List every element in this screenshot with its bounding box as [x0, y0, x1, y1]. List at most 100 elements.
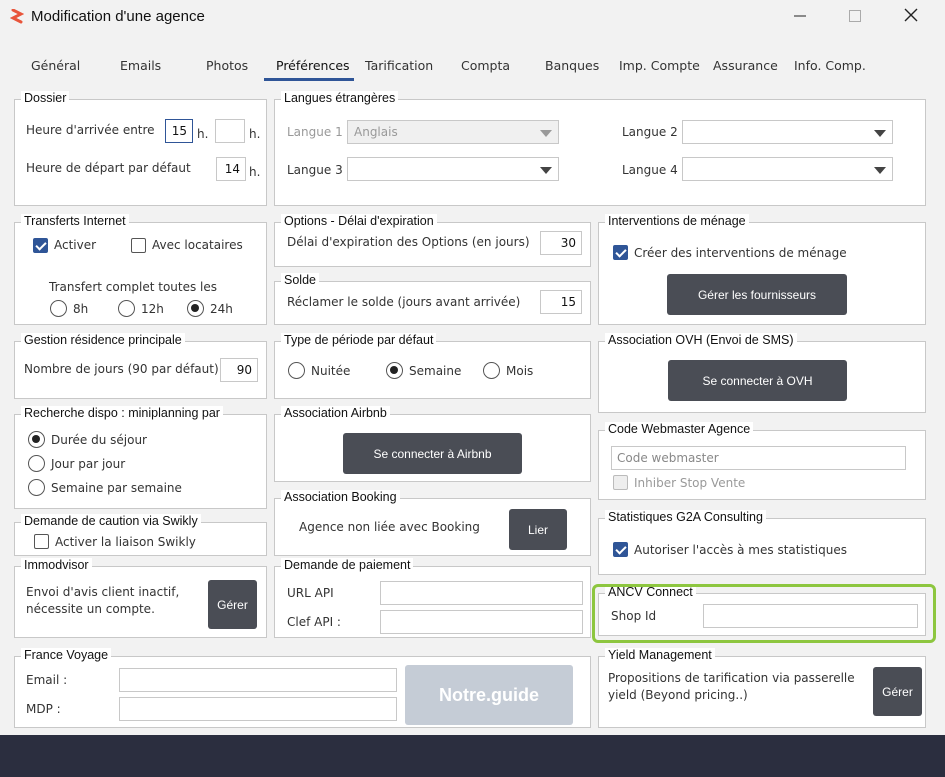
app-logo-icon — [10, 9, 24, 24]
booking-status: Agence non liée avec Booking — [299, 520, 480, 534]
activer-checkbox[interactable] — [33, 238, 48, 253]
tab-info-comp[interactable]: Info. Comp. — [794, 58, 866, 73]
solde-input[interactable]: 15 — [540, 290, 582, 314]
creer-menage-label: Créer des interventions de ménage — [634, 246, 847, 260]
mdp-input[interactable] — [119, 697, 397, 721]
radio-8h[interactable] — [50, 300, 67, 317]
transfers-title: Transferts Internet — [21, 214, 129, 228]
clef-api-label: Clef API : — [287, 615, 341, 629]
airbnb-group: Association Airbnb Se connecter à Airbnb — [274, 406, 591, 482]
minimize-icon — [794, 15, 806, 17]
gerer-immodvisor-button[interactable]: Gérer — [208, 580, 257, 629]
yield-text-1: Propositions de tarification via passere… — [608, 671, 855, 685]
paiement-title: Demande de paiement — [281, 558, 414, 572]
radio-nuitee[interactable] — [288, 362, 305, 379]
tab-preferences[interactable]: Préférences — [276, 58, 350, 73]
recherche-title: Recherche dispo : miniplanning par — [21, 406, 223, 420]
delai-input[interactable]: 30 — [540, 231, 582, 255]
departure-input[interactable]: 14 — [216, 157, 246, 181]
gestion-input[interactable]: 90 — [220, 358, 258, 382]
close-button[interactable] — [899, 6, 923, 28]
immodvisor-text-2: nécessite un compte. — [26, 602, 155, 616]
menage-group: Interventions de ménage Créer des interv… — [598, 214, 926, 325]
tab-emails[interactable]: Emails — [120, 58, 161, 73]
delai-label: Délai d'expiration des Options (en jours… — [287, 235, 530, 249]
langue1-label: Langue 1 — [287, 125, 343, 139]
creer-menage-checkbox[interactable] — [613, 245, 628, 260]
tab-compta[interactable]: Compta — [461, 58, 510, 73]
radio-jour-par-jour[interactable] — [28, 455, 45, 472]
autoriser-stats-checkbox[interactable] — [613, 542, 628, 557]
langue1-select[interactable]: Anglais — [347, 120, 559, 144]
langue4-label: Langue 4 — [622, 163, 678, 177]
inhiber-stop-vente-label: Inhiber Stop Vente — [634, 476, 746, 490]
agency-edit-window: Modification d'une agence Général Emails… — [0, 0, 945, 735]
langue4-select[interactable] — [682, 157, 893, 181]
solde-group: Solde Réclamer le solde (jours avant arr… — [274, 273, 591, 325]
transfert-complet-label: Transfert complet toutes les — [49, 280, 218, 294]
stats-group: Statistiques G2A Consulting Autoriser l'… — [598, 510, 926, 575]
chevron-down-icon — [874, 130, 886, 137]
tab-bar: Général Emails Photos Préférences Tarifi… — [0, 52, 945, 82]
maximize-icon — [849, 10, 861, 22]
close-icon — [904, 8, 918, 22]
langue2-label: Langue 2 — [622, 125, 678, 139]
connect-airbnb-button[interactable]: Se connecter à Airbnb — [343, 433, 522, 474]
swikly-label: Activer la liaison Swikly — [55, 535, 196, 549]
radio-semaine[interactable] — [386, 362, 403, 379]
connect-ovh-button[interactable]: Se connecter à OVH — [668, 360, 847, 401]
solde-title: Solde — [281, 273, 319, 287]
label-8h: 8h — [73, 302, 89, 316]
langue3-select[interactable] — [347, 157, 559, 181]
booking-title: Association Booking — [281, 490, 400, 504]
inhiber-stop-vente-checkbox[interactable] — [613, 475, 628, 490]
options-group: Options - Délai d'expiration Délai d'exp… — [274, 214, 591, 267]
avec-locataires-checkbox[interactable] — [131, 238, 146, 253]
radio-duree-sejour[interactable] — [28, 431, 45, 448]
arrival-to-input[interactable] — [215, 119, 245, 143]
url-api-input[interactable] — [380, 581, 583, 605]
recherche-group: Recherche dispo : miniplanning par Durée… — [14, 406, 267, 509]
langue2-select[interactable] — [682, 120, 893, 144]
swikly-checkbox[interactable] — [34, 534, 49, 549]
languages-title: Langues étrangères — [281, 91, 399, 105]
tab-general[interactable]: Général — [31, 58, 80, 73]
dossier-title: Dossier — [21, 91, 70, 105]
radio-semaine-par-semaine[interactable] — [28, 479, 45, 496]
tab-imp-compte[interactable]: Imp. Compte — [619, 58, 700, 73]
transfers-group: Transferts Internet Activer Avec locatai… — [14, 214, 267, 325]
chevron-down-icon — [874, 167, 886, 174]
tab-tarification[interactable]: Tarification — [365, 58, 433, 73]
tab-banques[interactable]: Banques — [545, 58, 599, 73]
notre-guide-button[interactable]: Notre.guide — [405, 665, 573, 725]
periode-title: Type de période par défaut — [281, 333, 437, 347]
email-label: Email : — [26, 673, 68, 687]
hour-unit-2: h. — [249, 127, 261, 141]
email-input[interactable] — [119, 668, 397, 692]
webmaster-input[interactable]: Code webmaster — [611, 446, 906, 470]
swikly-group: Demande de caution via Swikly Activer la… — [14, 514, 267, 556]
gerer-fournisseurs-button[interactable]: Gérer les fournisseurs — [667, 274, 847, 315]
maximize-button[interactable] — [843, 6, 867, 28]
immodvisor-group: Immodvisor Envoi d'avis client inactif, … — [14, 558, 267, 638]
tab-assurance[interactable]: Assurance — [713, 58, 778, 73]
activer-label: Activer — [54, 238, 97, 252]
tab-photos[interactable]: Photos — [206, 58, 248, 73]
window-title: Modification d'une agence — [31, 8, 205, 25]
radio-mois[interactable] — [483, 362, 500, 379]
periode-group: Type de période par défaut Nuitée Semain… — [274, 333, 591, 399]
radio-12h[interactable] — [118, 300, 135, 317]
minimize-button[interactable] — [788, 6, 812, 28]
semaine-par-semaine-label: Semaine par semaine — [51, 481, 182, 495]
clef-api-input[interactable] — [380, 610, 583, 634]
paiement-group: Demande de paiement URL API Clef API : — [274, 558, 591, 638]
yield-text-2: yield (Beyond pricing..) — [608, 688, 748, 702]
arrival-from-input[interactable]: 15 — [165, 119, 193, 143]
langue1-value: Anglais — [354, 125, 398, 139]
lier-booking-button[interactable]: Lier — [509, 509, 567, 550]
france-voyage-title: France Voyage — [21, 648, 112, 662]
gerer-yield-button[interactable]: Gérer — [873, 667, 922, 716]
airbnb-title: Association Airbnb — [281, 406, 390, 420]
radio-24h[interactable] — [187, 300, 204, 317]
avec-locataires-label: Avec locataires — [152, 238, 243, 252]
